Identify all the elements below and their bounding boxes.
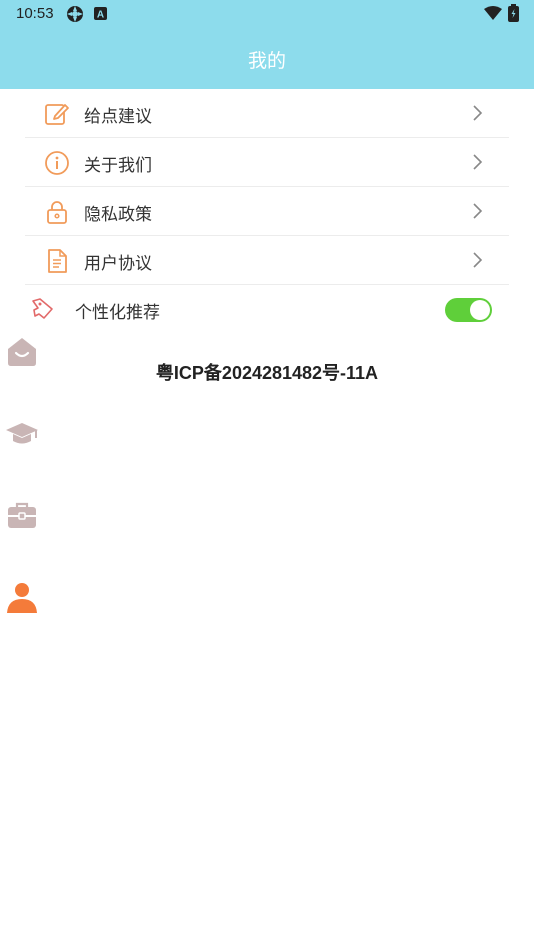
page-title: 我的: [247, 50, 286, 72]
status-bar: 10:53 A: [0, 0, 534, 28]
menu-item-feedback[interactable]: 给点建议: [25, 89, 509, 138]
home-icon[interactable]: [5, 335, 39, 369]
user-icon[interactable]: [5, 580, 39, 614]
header: 我的: [0, 28, 534, 89]
menu-item-about[interactable]: 关于我们: [25, 138, 509, 187]
tag-icon: [32, 298, 53, 319]
menu-item-label: 给点建议: [84, 107, 152, 127]
toggle-knob: [470, 300, 490, 320]
battery-icon: [508, 4, 519, 22]
info-icon: [45, 151, 69, 175]
chevron-right-icon: [473, 105, 483, 121]
settings-gear-icon: [67, 6, 83, 22]
menu-item-label: 隐私政策: [84, 205, 152, 225]
menu-item-privacy-policy[interactable]: 隐私政策: [25, 187, 509, 236]
graduation-cap-icon[interactable]: [5, 416, 39, 450]
document-icon: [48, 249, 67, 273]
briefcase-icon[interactable]: [5, 498, 39, 532]
a-badge-icon: A: [94, 7, 107, 20]
wifi-icon: [484, 6, 502, 20]
personalization-row: 个性化推荐: [25, 285, 509, 334]
personalization-toggle[interactable]: [445, 298, 492, 322]
svg-text:A: A: [97, 10, 104, 21]
chevron-right-icon: [473, 154, 483, 170]
icp-record: 粤ICP备2024281482号-11A: [155, 363, 379, 383]
chevron-right-icon: [473, 203, 483, 219]
menu-item-label: 关于我们: [84, 156, 152, 176]
menu-item-user-agreement[interactable]: 用户协议: [25, 236, 509, 285]
lock-icon: [47, 201, 67, 224]
status-time: 10:53: [16, 5, 54, 22]
edit-icon: [45, 104, 69, 125]
chevron-right-icon: [473, 252, 483, 268]
menu-item-label: 用户协议: [84, 254, 152, 274]
personalization-label: 个性化推荐: [75, 303, 160, 323]
